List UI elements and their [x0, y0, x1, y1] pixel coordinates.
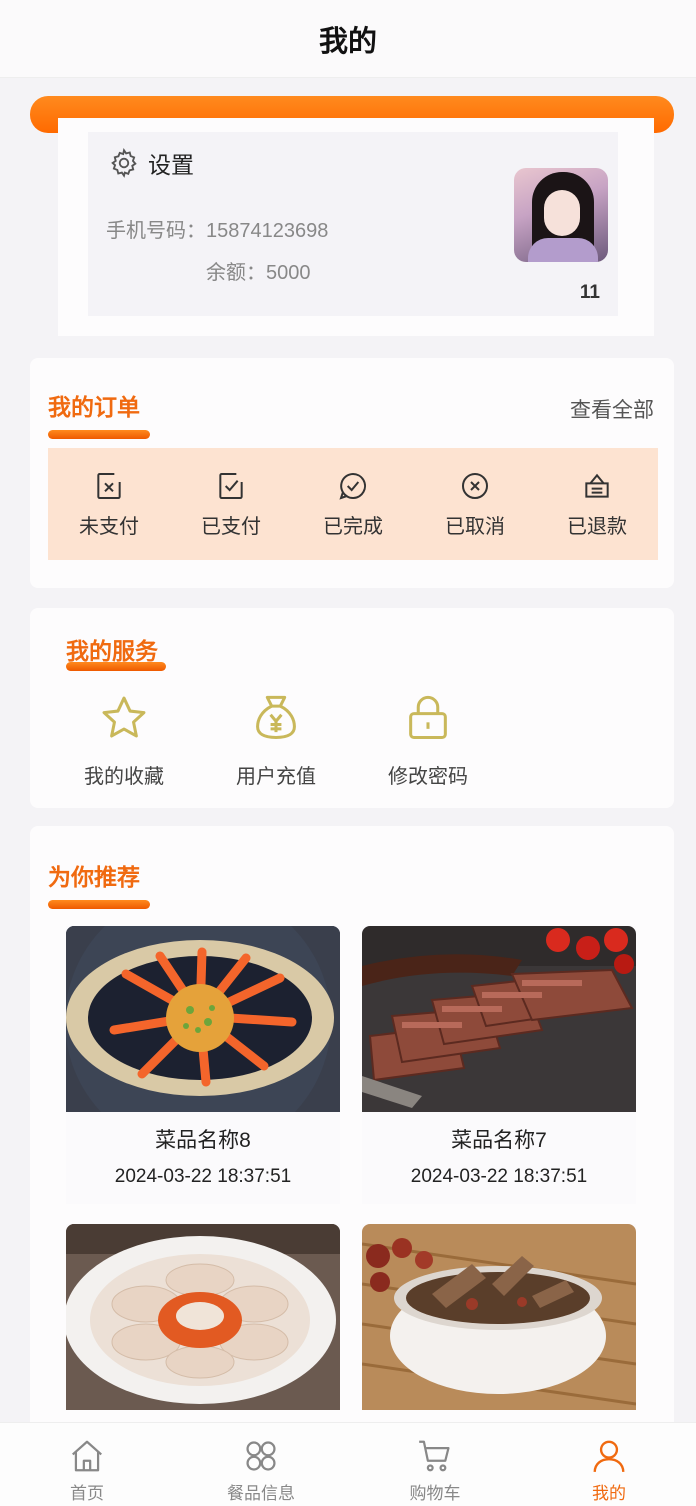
orders-title-underline	[48, 430, 150, 439]
tab-home[interactable]: 首页	[12, 1423, 162, 1506]
refunded-icon	[585, 473, 609, 498]
dish-card[interactable]: 菜品名称8 2024-03-22 18:37:51	[66, 926, 340, 1204]
completed-icon	[339, 472, 367, 500]
dish-image	[66, 926, 340, 1112]
count-value: 11	[579, 282, 600, 303]
services-title: 我的服务	[66, 638, 158, 664]
settings-button[interactable]: 设置	[108, 146, 194, 180]
unpaid-icon	[97, 472, 121, 499]
balance-row: 余额：5000	[206, 256, 311, 285]
dish-image	[362, 1224, 636, 1410]
view-all-orders-link[interactable]: 查看全部	[570, 394, 654, 424]
avatar[interactable]	[514, 168, 608, 262]
order-completed-label: 已完成	[323, 515, 383, 538]
dish-card[interactable]	[362, 1224, 636, 1410]
dish-card[interactable]	[66, 1224, 340, 1410]
dish-image	[362, 926, 636, 1112]
order-unpaid[interactable]: 未支付	[59, 470, 159, 539]
tab-home-label: 首页	[70, 1484, 104, 1503]
grid-icon	[246, 1441, 276, 1471]
change-password-label: 修改密码	[388, 766, 468, 788]
profile-info-panel: 设置 手机号码：15874123698 余额：5000 11	[88, 132, 618, 316]
dish-time: 2024-03-22 18:37:51	[114, 1166, 292, 1187]
services-card: 我的服务 我的收藏 用户充值 修改密码	[30, 608, 674, 808]
phone-value: 15874123698	[206, 220, 329, 242]
services-title-underline	[66, 662, 166, 671]
favorites-label: 我的收藏	[84, 766, 164, 788]
order-refunded[interactable]: 已退款	[547, 470, 647, 539]
nav-bar: 我的	[0, 0, 696, 78]
tab-menu[interactable]: 餐品信息	[186, 1423, 336, 1506]
money-bag-icon	[256, 695, 296, 740]
gear-icon	[111, 148, 137, 178]
order-cancelled-label: 已取消	[445, 515, 505, 538]
favorites-button[interactable]: 我的收藏	[54, 692, 194, 789]
dish-name: 菜品名称7	[451, 1129, 547, 1152]
dish-name: 菜品名称8	[155, 1129, 251, 1152]
order-refunded-label: 已退款	[567, 515, 627, 538]
star-icon	[102, 696, 146, 738]
tab-menu-label: 餐品信息	[227, 1484, 295, 1503]
balance-label: 余额：	[206, 262, 266, 284]
profile-card: 设置 手机号码：15874123698 余额：5000 11	[58, 118, 654, 336]
change-password-button[interactable]: 修改密码	[358, 692, 498, 789]
home-icon	[72, 1440, 102, 1472]
tab-bar: 首页 餐品信息 购物车 我的	[0, 1422, 696, 1506]
dish-card[interactable]: 菜品名称7 2024-03-22 18:37:51	[362, 926, 636, 1204]
cancelled-icon	[462, 472, 488, 499]
order-completed[interactable]: 已完成	[303, 470, 403, 539]
page-title: 我的	[318, 25, 377, 58]
tab-profile[interactable]: 我的	[534, 1423, 684, 1506]
recommend-card: 为你推荐 菜品名称8 2024-03-22 18:37:51 菜品名称7 202…	[30, 826, 674, 1446]
balance-value: 5000	[266, 262, 311, 284]
recharge-button[interactable]: 用户充值	[206, 692, 346, 789]
dish-image	[66, 1224, 340, 1410]
tab-profile-label: 我的	[592, 1484, 626, 1503]
settings-label: 设置	[148, 152, 194, 178]
orders-title: 我的订单	[48, 394, 140, 420]
phone-row: 手机号码：15874123698	[106, 214, 328, 243]
recommend-title: 为你推荐	[48, 864, 140, 890]
order-unpaid-label: 未支付	[79, 515, 139, 538]
order-paid-label: 已支付	[201, 515, 261, 538]
tab-cart[interactable]: 购物车	[360, 1423, 510, 1506]
order-status-bar: 未支付 已支付 已完成 已取消 已退款	[48, 448, 658, 560]
orders-card: 我的订单 查看全部 未支付 已支付 已完成 已取消 已退款	[30, 358, 674, 588]
tab-cart-label: 购物车	[409, 1484, 461, 1503]
lock-icon	[409, 695, 447, 740]
paid-icon	[219, 472, 243, 499]
dish-time: 2024-03-22 18:37:51	[410, 1166, 588, 1187]
recommend-title-underline	[48, 900, 150, 909]
cart-icon	[419, 1440, 450, 1472]
user-icon	[593, 1440, 625, 1472]
order-cancelled[interactable]: 已取消	[425, 470, 525, 539]
recharge-label: 用户充值	[236, 766, 316, 788]
phone-label: 手机号码：	[106, 220, 206, 242]
order-paid[interactable]: 已支付	[181, 470, 281, 539]
